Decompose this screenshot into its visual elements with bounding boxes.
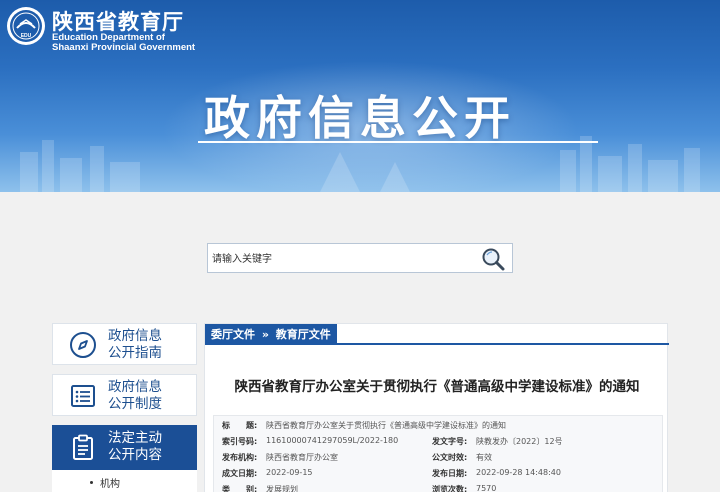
meta-value: 2022-09-15 <box>266 468 313 477</box>
meta-label: 索引号码: <box>222 437 258 446</box>
sidebar-item-statutory-content[interactable]: 法定主动 公开内容 <box>52 425 197 470</box>
breadcrumb-bar: 委厅文件 » 教育厅文件 <box>205 324 669 345</box>
breadcrumb: 委厅文件 » 教育厅文件 <box>205 324 337 345</box>
meta-value: 7570 <box>476 484 497 492</box>
meta-value: 发展规划 <box>266 485 298 492</box>
list-icon <box>71 385 95 407</box>
sidebar-subitem-label: 机构 <box>100 479 120 490</box>
meta-value: 陕西省教育厅办公室关于贯彻执行《普通高级中学建设标准》的通知 <box>266 421 506 430</box>
meta-value: 11610000741297059L/2022-180 <box>266 436 399 445</box>
search-icon[interactable] <box>480 246 506 272</box>
breadcrumb-link-department-docs[interactable]: 教育厅文件 <box>276 328 331 341</box>
sidebar-subitem-organization[interactable]: 机构 <box>52 470 197 492</box>
document-panel: 委厅文件 » 教育厅文件 陕西省教育厅办公室关于贯彻执行《普通高级中学建设标准》… <box>204 323 669 492</box>
meta-row: 索引号码: 11610000741297059L/2022-180 发文字号: … <box>214 436 664 449</box>
edu-department-logo[interactable]: EDU <box>6 6 46 46</box>
sidebar-item-label: 政府信息 公开指南 <box>108 328 162 361</box>
org-name-en-line2: Shaanxi Provincial Government <box>52 42 196 53</box>
meta-value: 有效 <box>476 453 492 462</box>
sidebar-item-disclosure-guide[interactable]: 政府信息 公开指南 <box>52 323 197 365</box>
hero-underline <box>198 141 598 143</box>
sidebar-item-label: 政府信息 公开制度 <box>108 379 162 412</box>
compass-icon <box>70 332 96 358</box>
logo-text: EDU <box>21 33 32 39</box>
document-icon <box>73 434 93 460</box>
meta-label: 公文时效: <box>432 453 468 462</box>
meta-value: 陕教发办〔2022〕12号 <box>476 437 563 446</box>
breadcrumb-separator: » <box>261 328 269 341</box>
search-box <box>207 243 513 273</box>
meta-value: 2022-09-28 14:48:40 <box>476 468 561 477</box>
meta-label: 浏览次数: <box>432 485 468 492</box>
meta-row: 发布机构: 陕西省教育厅办公室 公文时效: 有效 <box>214 452 664 465</box>
breadcrumb-link-committee-docs[interactable]: 委厅文件 <box>211 328 255 341</box>
meta-label: 类 别: <box>222 485 258 492</box>
meta-label: 发布日期: <box>432 469 468 478</box>
meta-label: 标 题: <box>222 421 258 430</box>
header-banner: EDU 陕西省教育厅 Education Department of Shaan… <box>0 0 720 192</box>
meta-value: 陕西省教育厅办公室 <box>266 453 338 462</box>
document-title: 陕西省教育厅办公室关于贯彻执行《普通高级中学建设标准》的通知 <box>234 379 640 395</box>
meta-label: 成文日期: <box>222 469 258 478</box>
hero-title: 政府信息公开 <box>204 91 516 145</box>
meta-row: 类 别: 发展规划 浏览次数: 7570 <box>214 484 664 492</box>
sidebar-item-label: 法定主动 公开内容 <box>108 430 162 463</box>
meta-label: 发布机构: <box>222 453 258 462</box>
meta-label: 发文字号: <box>432 437 468 446</box>
search-input[interactable] <box>212 250 472 268</box>
bullet-dot <box>90 481 93 484</box>
meta-row: 成文日期: 2022-09-15 发布日期: 2022-09-28 14:48:… <box>214 468 664 481</box>
document-metadata-table: 标 题: 陕西省教育厅办公室关于贯彻执行《普通高级中学建设标准》的通知 索引号码… <box>213 415 663 492</box>
meta-row: 标 题: 陕西省教育厅办公室关于贯彻执行《普通高级中学建设标准》的通知 <box>214 420 664 433</box>
sidebar-item-disclosure-system[interactable]: 政府信息 公开制度 <box>52 374 197 416</box>
